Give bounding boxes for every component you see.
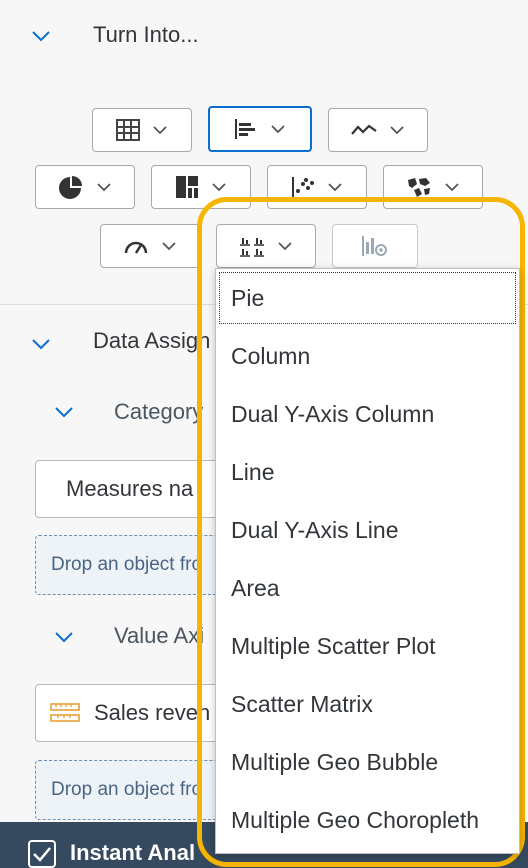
ruler-icon: [50, 703, 80, 722]
gauge-chart-button[interactable]: [100, 224, 200, 268]
chevron-down-icon: [271, 125, 285, 134]
category-label: Category: [114, 399, 204, 424]
option-multiple-geo-choropleth[interactable]: Multiple Geo Choropleth: [216, 791, 519, 849]
table-icon: [116, 119, 140, 141]
chevron-down-icon: [162, 242, 176, 251]
option-pie[interactable]: Pie: [216, 269, 519, 327]
chevron-down-icon: [445, 183, 459, 192]
chevron-down-icon[interactable]: [31, 337, 51, 351]
turn-into-label: Turn Into...: [93, 22, 199, 47]
chevron-down-icon: [328, 183, 342, 192]
bottom-bar-label: Instant Anal: [70, 840, 196, 865]
checkbox-icon: [28, 840, 56, 868]
chevron-down-icon: [97, 183, 111, 192]
scatter-icon: [292, 177, 314, 197]
chevron-down-icon: [212, 183, 226, 192]
option-dual-y-axis-column[interactable]: Dual Y-Axis Column: [216, 385, 519, 443]
chevron-down-icon[interactable]: [31, 29, 51, 43]
geo-map-icon: [408, 178, 430, 197]
data-assignment-label: Data Assign: [93, 328, 211, 353]
option-line[interactable]: Line: [216, 443, 519, 501]
value-axis-label: Value Axi: [114, 623, 205, 648]
chevron-down-icon: [153, 126, 167, 135]
sales-revenue-label: Sales reven: [94, 700, 211, 725]
option-multiple-geo-bubble[interactable]: Multiple Geo Bubble: [216, 733, 519, 791]
chevron-down-icon[interactable]: [54, 405, 74, 419]
bar-chart-button[interactable]: [208, 106, 312, 152]
option-multiple-scatter-plot[interactable]: Multiple Scatter Plot: [216, 617, 519, 675]
option-scatter-matrix[interactable]: Scatter Matrix: [216, 675, 519, 733]
pie-chart-button[interactable]: [35, 165, 135, 209]
pie-chart-icon: [59, 176, 82, 199]
table-chart-button[interactable]: [92, 108, 192, 152]
option-area[interactable]: Area: [216, 559, 519, 617]
line-chart-button[interactable]: [328, 108, 428, 152]
chevron-down-icon[interactable]: [54, 630, 74, 644]
treemap-icon: [176, 176, 198, 198]
chart-type-dropdown[interactable]: Pie Column Dual Y-Axis Column Line Dual …: [215, 268, 520, 854]
bar-chart-icon: [235, 119, 255, 139]
chevron-down-icon: [390, 126, 404, 135]
option-dual-y-axis-line[interactable]: Dual Y-Axis Line: [216, 501, 519, 559]
line-chart-icon: [351, 124, 377, 135]
option-column[interactable]: Column: [216, 327, 519, 385]
gauge-icon: [124, 241, 148, 254]
